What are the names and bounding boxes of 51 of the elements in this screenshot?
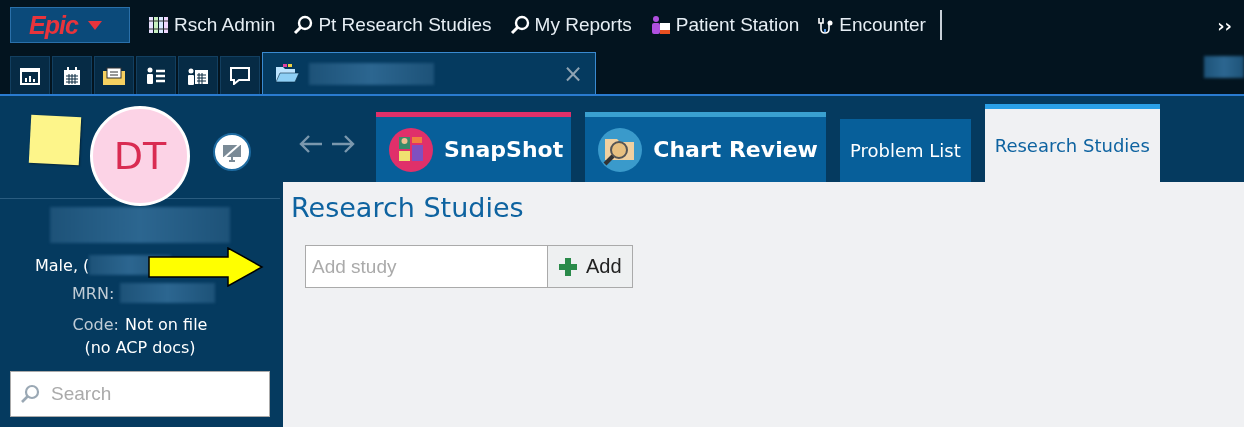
toolbar-button[interactable]: Pt Research Studies xyxy=(293,14,492,36)
search-icon xyxy=(20,384,40,404)
tab[interactable]: Chart Review xyxy=(585,112,826,182)
tab[interactable]: Research Studies xyxy=(984,104,1160,182)
section-title: Research Studies xyxy=(291,192,524,223)
calendar-icon xyxy=(62,66,82,85)
monitor-off-icon xyxy=(222,142,242,162)
patient-sex: Male, ( xyxy=(35,255,90,275)
toolbar-button[interactable]: Patient Station xyxy=(649,14,800,36)
chart-icon xyxy=(20,66,40,85)
forward-arrow-icon xyxy=(330,134,356,154)
monitor-off-button[interactable] xyxy=(213,133,251,171)
list-icon xyxy=(146,66,166,85)
inbox-icon xyxy=(102,66,126,85)
activity-tab[interactable] xyxy=(220,56,260,94)
back-arrow-icon xyxy=(298,134,324,154)
sticky-note[interactable] xyxy=(28,114,82,166)
search-icon xyxy=(293,15,314,35)
toolbar-button[interactable]: Encounter xyxy=(817,14,926,36)
people-icon xyxy=(649,15,671,35)
overflow-button[interactable]: ›› xyxy=(1217,14,1232,36)
add-button[interactable]: Add xyxy=(547,245,633,288)
activity-tab[interactable] xyxy=(136,56,176,94)
activity-tab[interactable] xyxy=(10,56,50,94)
folder-icon xyxy=(275,64,299,83)
search-field[interactable]: Search xyxy=(10,371,270,417)
tab[interactable]: Problem List xyxy=(839,119,971,182)
search-icon xyxy=(509,15,530,35)
activity-tab[interactable] xyxy=(94,56,134,94)
tab[interactable]: SnapShot xyxy=(376,112,572,182)
toolbar-button[interactable]: Rsch Admin xyxy=(148,14,276,36)
activity-tab[interactable]: × xyxy=(262,52,596,94)
toolbar-button[interactable]: My Reports xyxy=(509,14,632,36)
stethoscope-icon xyxy=(817,15,835,35)
folder-magnifier-icon xyxy=(597,126,644,173)
acp-status: (no ACP docs) xyxy=(84,338,196,357)
speech-bubble-icon xyxy=(229,66,251,85)
caret-icon xyxy=(87,20,102,30)
snapshot-icon xyxy=(388,126,434,173)
schedule-icon xyxy=(187,66,209,85)
add-study-field[interactable]: Add study xyxy=(305,245,547,288)
code-label: Code: xyxy=(72,315,119,334)
close-button[interactable]: × xyxy=(562,59,583,88)
code-status: Not on file xyxy=(124,315,208,334)
plus-icon xyxy=(558,256,578,277)
activity-tab[interactable] xyxy=(178,56,218,94)
activity-tab[interactable] xyxy=(52,56,92,94)
patient-avatar: DT xyxy=(90,106,190,206)
redaction-blur xyxy=(1204,56,1244,78)
books-icon xyxy=(148,15,169,35)
mrn-label: MRN: xyxy=(72,283,115,303)
